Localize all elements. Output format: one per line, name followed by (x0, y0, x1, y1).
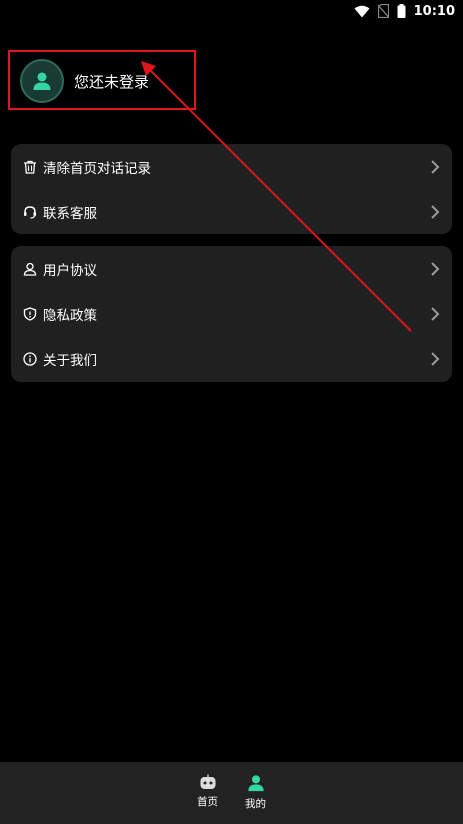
chevron-right-icon (431, 306, 440, 321)
wifi-icon (354, 5, 370, 17)
menu-item-label: 隐私政策 (43, 307, 97, 324)
robot-icon (200, 774, 215, 789)
chevron-right-icon (431, 351, 440, 366)
user-icon (247, 775, 264, 792)
annotation-arrow (141, 61, 412, 332)
menu-item-contact-support[interactable]: 联系客服 (11, 189, 452, 234)
menu-item-label: 关于我们 (43, 352, 97, 369)
headset-icon (22, 204, 37, 219)
menu-item-label: 联系客服 (43, 205, 97, 222)
menu-item-label: 清除首页对话记录 (43, 160, 151, 177)
shield-icon (22, 306, 37, 321)
info-icon (22, 351, 37, 366)
chevron-right-icon (431, 204, 440, 219)
chevron-right-icon (431, 261, 440, 276)
status-bar: 10:10 (0, 0, 463, 22)
trash-icon (22, 159, 37, 174)
menu-group-2: 用户协议 隐私政策 关于我们 (11, 246, 452, 382)
status-time: 10:10 (413, 3, 455, 19)
tab-label: 首页 (197, 796, 218, 808)
avatar (20, 59, 64, 103)
chevron-right-icon (431, 159, 440, 174)
menu-item-label: 用户协议 (43, 262, 97, 279)
tab-mine[interactable]: 我的 (241, 774, 271, 824)
user-agreement-icon (22, 261, 37, 276)
login-prompt: 您还未登录 (74, 72, 150, 91)
battery-icon (397, 4, 406, 18)
menu-item-about-us[interactable]: 关于我们 (11, 336, 452, 381)
no-sim-icon (377, 4, 389, 18)
menu-item-user-agreement[interactable]: 用户协议 (11, 246, 452, 291)
tab-label: 我的 (245, 798, 266, 810)
tab-home[interactable]: 首页 (193, 774, 223, 824)
user-icon (33, 72, 51, 90)
login-profile[interactable]: 您还未登录 (10, 52, 194, 110)
bottom-tab-bar: 首页 我的 (0, 762, 463, 824)
menu-item-clear-history[interactable]: 清除首页对话记录 (11, 144, 452, 189)
menu-group-1: 清除首页对话记录 联系客服 (11, 144, 452, 234)
menu-item-privacy-policy[interactable]: 隐私政策 (11, 291, 452, 336)
